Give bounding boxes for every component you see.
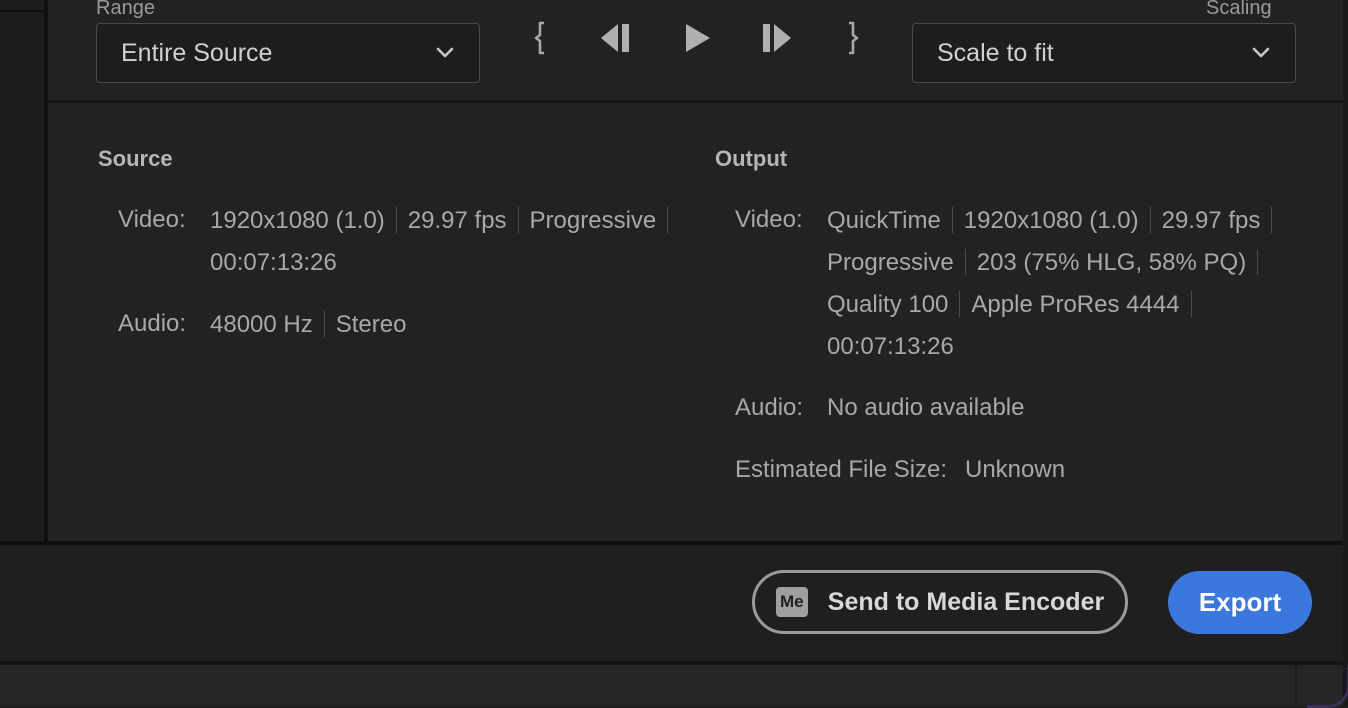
send-to-media-encoder-button[interactable]: Me Send to Media Encoder: [752, 570, 1128, 634]
send-to-media-encoder-label: Send to Media Encoder: [827, 587, 1105, 616]
play-button[interactable]: [680, 20, 714, 56]
source-duration: 00:07:13:26: [210, 249, 337, 276]
step-back-button[interactable]: [596, 20, 636, 56]
range-value: Entire Source: [121, 38, 273, 67]
source-audio-value: 48000 Hz Stereo: [210, 311, 407, 338]
output-duration: 00:07:13:26: [827, 333, 954, 360]
mark-out-button[interactable]: [839, 20, 867, 56]
status-bar: [0, 665, 1348, 706]
output-audio-label: Audio:: [735, 394, 804, 421]
file-size-label: Estimated File Size:: [735, 456, 948, 483]
chevron-down-icon: [1252, 47, 1270, 58]
left-panel: [0, 0, 44, 541]
scaling-label: Scaling: [1206, 0, 1272, 19]
play-icon: [686, 24, 710, 52]
step-forward-button[interactable]: [756, 20, 796, 56]
chevron-down-icon: [436, 47, 454, 58]
output-audio-value: No audio available: [827, 394, 1025, 421]
action-bar: [0, 545, 1343, 661]
range-dropdown[interactable]: Entire Source: [96, 23, 480, 83]
controls-divider: [48, 100, 1343, 103]
scaling-value: Scale to fit: [937, 38, 1054, 67]
source-video-label: Video:: [118, 206, 186, 233]
step-forward-icon: [763, 24, 791, 52]
export-button[interactable]: Export: [1168, 571, 1312, 634]
output-video-label: Video:: [735, 206, 803, 233]
media-encoder-icon: Me: [775, 587, 808, 617]
scaling-dropdown[interactable]: Scale to fit: [912, 23, 1296, 83]
step-back-icon: [601, 24, 629, 52]
output-title: Output: [715, 146, 788, 171]
source-video-value: 1920x1080 (1.0) 29.97 fps Progressive 00:0…: [210, 200, 680, 284]
output-video-value: QuickTime 1920x1080 (1.0) 29.97 fps Progre…: [827, 200, 1297, 368]
file-size-value: Unknown: [965, 456, 1066, 483]
source-audio-label: Audio:: [118, 310, 187, 337]
source-title: Source: [98, 146, 173, 171]
mark-in-icon: [534, 21, 544, 55]
range-label: Range: [96, 0, 155, 19]
mark-out-icon: [849, 21, 859, 55]
mark-in-button[interactable]: [526, 20, 554, 56]
